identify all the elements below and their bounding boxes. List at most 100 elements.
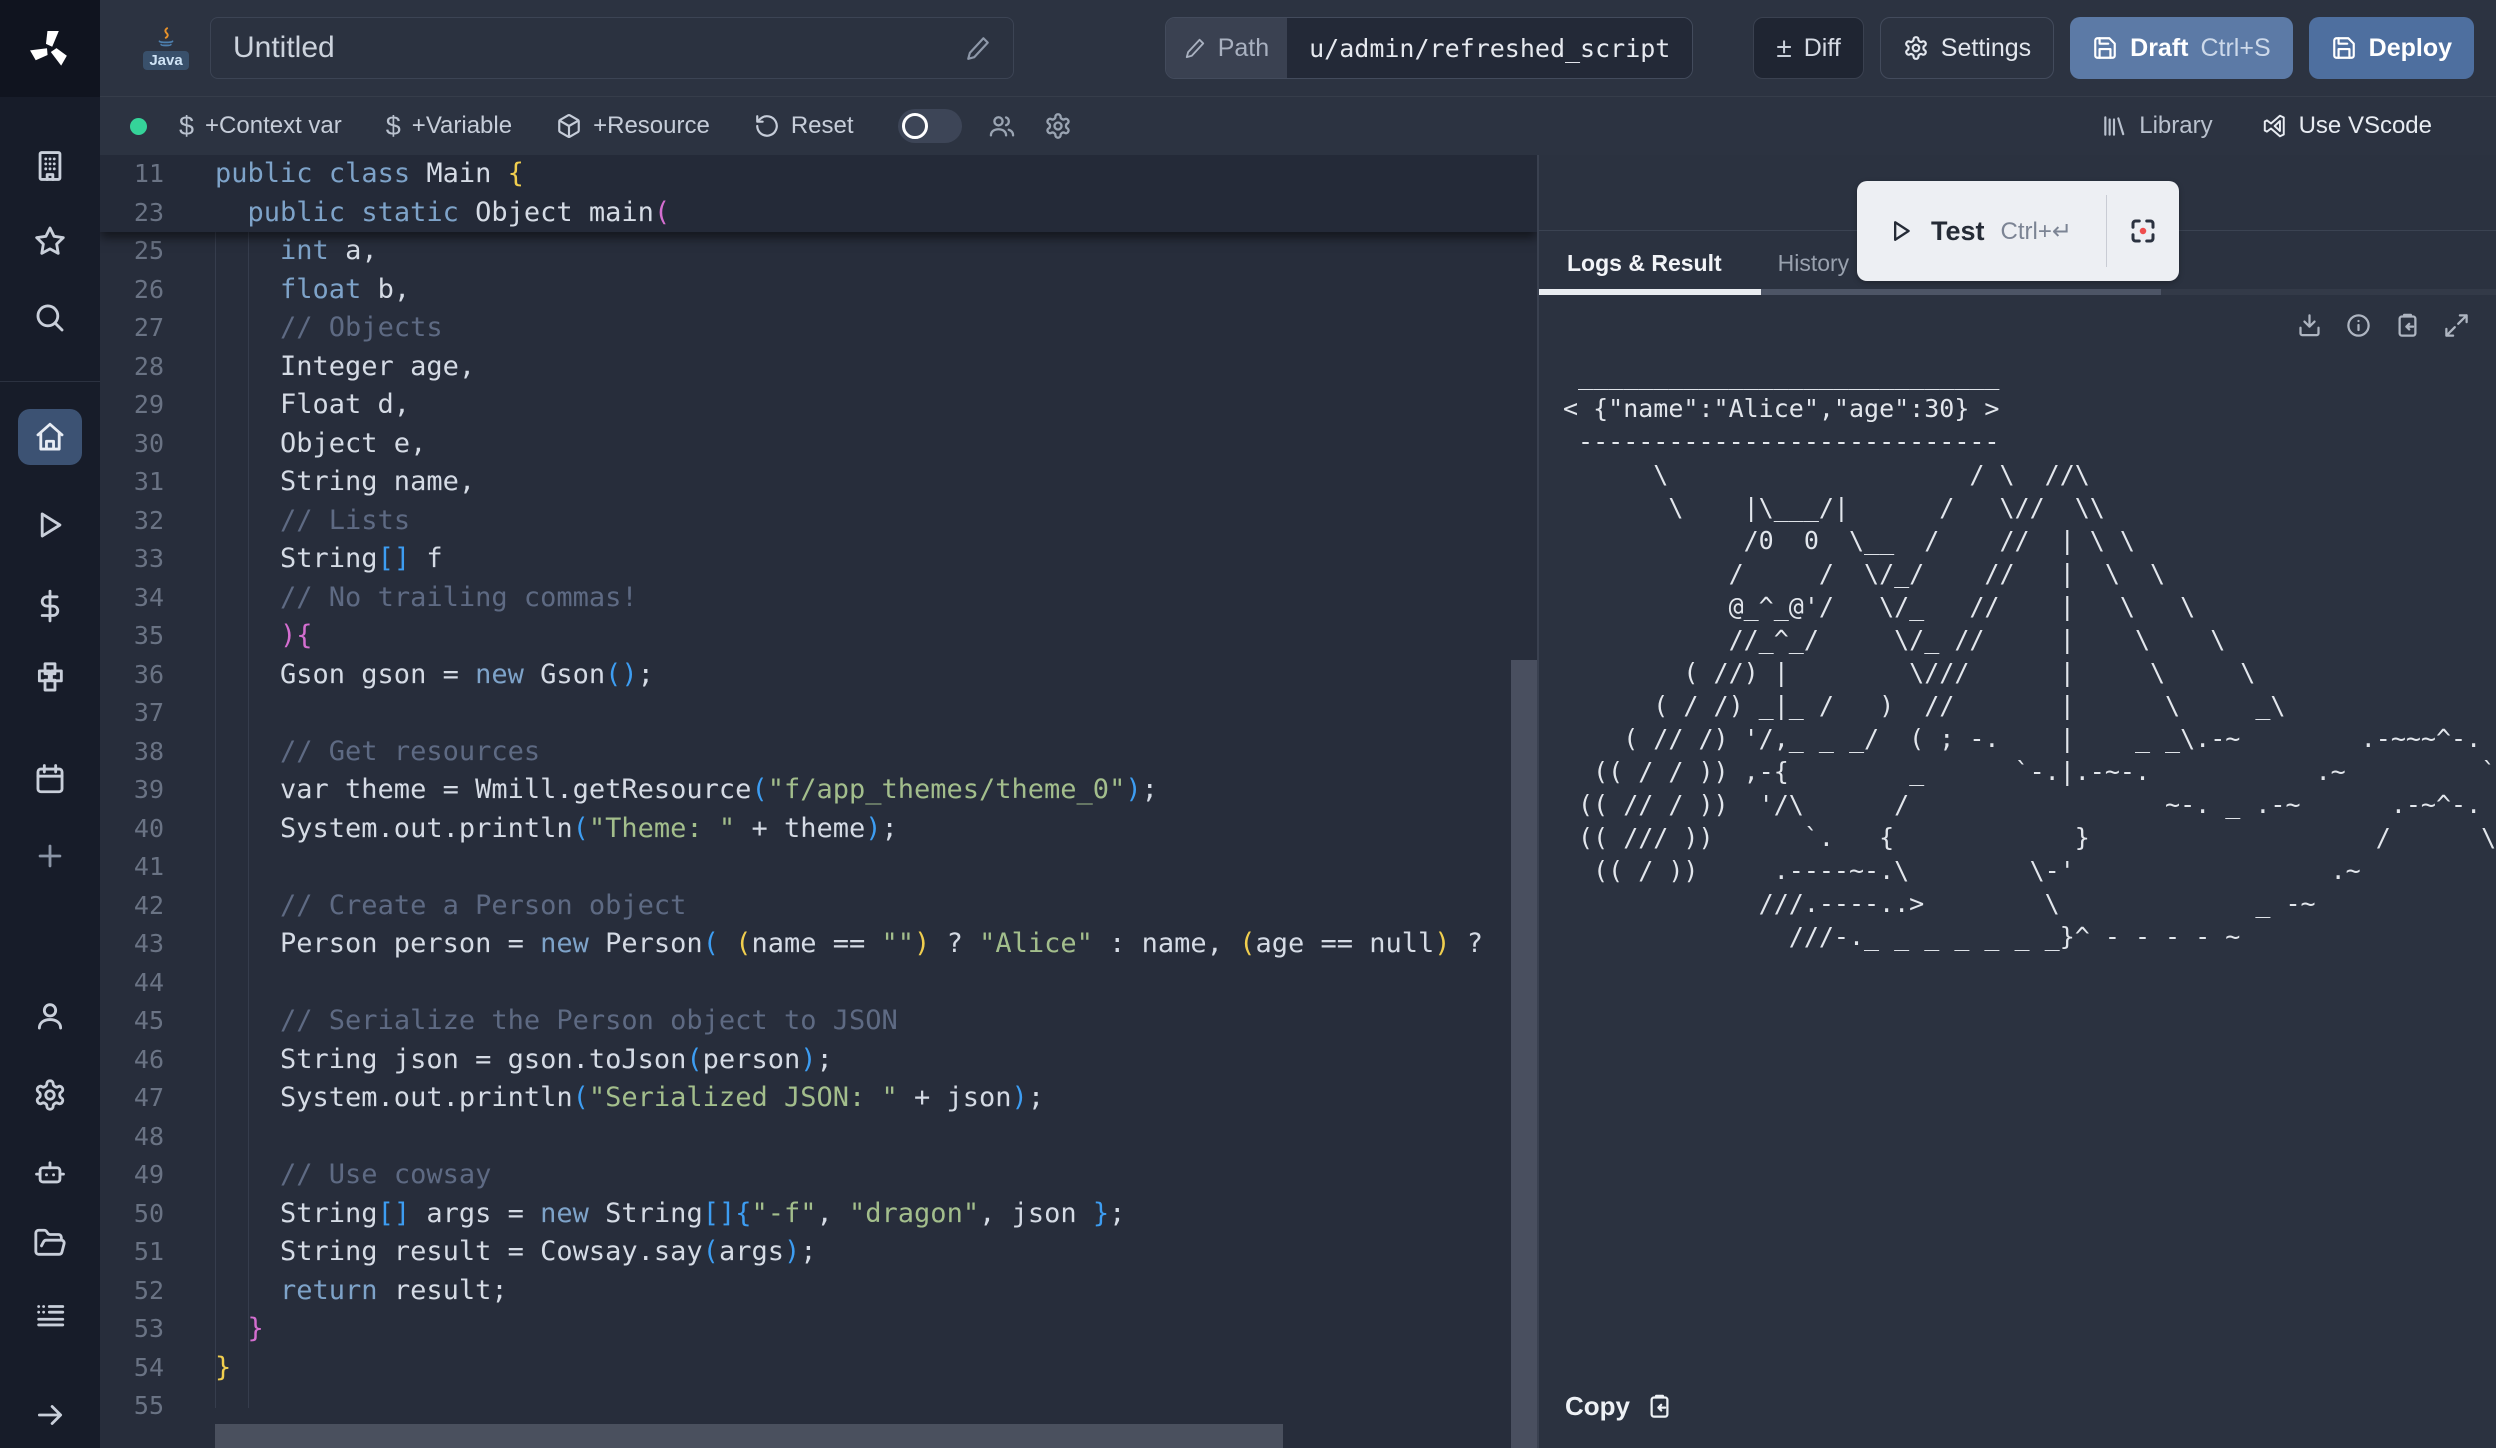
edit-title-pencil-icon[interactable] [965, 35, 991, 61]
sidebar-collapse-arrow-icon[interactable] [33, 1398, 67, 1432]
code-line[interactable]: 25 int a, [100, 232, 1537, 271]
vertical-scrollbar-thumb[interactable] [1511, 660, 1537, 1448]
code-line[interactable]: 39 var theme = Wmill.getResource("f/app_… [100, 771, 1537, 810]
sidebar-item-home[interactable] [18, 409, 82, 465]
code-line[interactable]: 29 Float d, [100, 386, 1537, 425]
vertical-scrollbar[interactable] [1511, 155, 1537, 1448]
code-line[interactable]: 38 // Get resources [100, 733, 1537, 772]
windmill-logo[interactable] [0, 0, 100, 97]
status-dot [130, 118, 147, 135]
horizontal-scrollbar[interactable] [215, 1424, 1283, 1448]
code-line[interactable]: 44 [100, 964, 1537, 1003]
workspace-building-icon[interactable] [33, 149, 67, 183]
code-line[interactable]: 26 float b, [100, 271, 1537, 310]
java-language-icon: Java [140, 27, 192, 70]
editor-settings-gear-icon[interactable] [1044, 112, 1072, 140]
search-icon[interactable] [33, 301, 67, 335]
tab-logs-and-result[interactable]: Logs & Result [1567, 250, 1722, 277]
sidebar-item-add[interactable] [33, 839, 67, 873]
sidebar-item-settings[interactable] [33, 1078, 67, 1112]
code-line[interactable]: 51 String result = Cowsay.say(args); [100, 1233, 1537, 1272]
use-vscode-button[interactable]: Use VScode [2261, 112, 2432, 140]
code-line[interactable]: 36 Gson gson = new Gson(); [100, 656, 1537, 695]
add-variable-button[interactable]: $ +Variable [386, 111, 512, 142]
code-line[interactable]: 45 // Serialize the Person object to JSO… [100, 1002, 1537, 1041]
code-line[interactable]: 30 Object e, [100, 425, 1537, 464]
capture-scan-button[interactable] [2107, 181, 2179, 281]
library-icon [2101, 113, 2127, 139]
tab-underline-track [1539, 289, 2496, 295]
diff-mode-toggle[interactable] [898, 109, 962, 143]
code-line[interactable]: 35 ){ [100, 617, 1537, 656]
favorites-star-icon[interactable] [33, 224, 67, 258]
sidebar-item-schedules[interactable] [33, 762, 67, 796]
code-line[interactable]: 33 String[] f [100, 540, 1537, 579]
test-button[interactable]: Test Ctrl+↵ [1857, 181, 2179, 281]
sidebar-item-runs[interactable] [33, 508, 67, 542]
save-icon [2331, 35, 2357, 61]
multiplayer-users-icon[interactable] [988, 112, 1016, 140]
library-label: Library [2139, 112, 2212, 140]
code-line[interactable]: 41 [100, 848, 1537, 887]
diff-button[interactable]: ± Diff [1753, 17, 1863, 79]
test-row: Test Ctrl+↵ [1539, 155, 2496, 231]
test-button-main[interactable]: Test Ctrl+↵ [1857, 181, 2106, 281]
code-line[interactable]: 23 public static Object main( [100, 194, 1537, 233]
sidebar-item-workers-bot-icon[interactable] [33, 1155, 67, 1189]
code-line[interactable]: 49 // Use cowsay [100, 1156, 1537, 1195]
add-resource-button[interactable]: +Resource [556, 112, 710, 140]
use-vscode-label: Use VScode [2299, 112, 2432, 140]
code-line[interactable]: 53 } [100, 1310, 1537, 1349]
settings-button-label: Settings [1941, 34, 2031, 63]
cowsay-result-text: ____________________________ < {"name":"… [1563, 359, 2496, 986]
copy-result-button[interactable]: Copy [1539, 1381, 2496, 1448]
code-line[interactable]: 34 // No trailing commas! [100, 579, 1537, 618]
code-line[interactable]: 11public class Main { [100, 155, 1537, 194]
code-line[interactable]: 32 // Lists [100, 502, 1537, 541]
sidebar-item-list[interactable] [33, 1298, 67, 1332]
path-label-segment: Path [1166, 18, 1287, 78]
script-title-input[interactable]: Untitled [210, 17, 1014, 79]
download-icon[interactable] [2296, 312, 2323, 339]
dollar-icon: $ [386, 111, 401, 142]
code-line[interactable]: 54} [100, 1349, 1537, 1388]
sidebar-item-variables[interactable] [33, 589, 67, 623]
sidebar-item-users[interactable] [33, 999, 67, 1033]
sticky-scroll-header[interactable]: 11public class Main {23 public static Ob… [100, 155, 1537, 232]
info-icon[interactable] [2345, 312, 2372, 339]
code-line[interactable]: 28 Integer age, [100, 348, 1537, 387]
draft-button[interactable]: Draft Ctrl+S [2070, 17, 2293, 79]
code-line[interactable]: 50 String[] args = new String[]{"-f", "d… [100, 1195, 1537, 1234]
clipboard-copy-icon[interactable] [2394, 312, 2421, 339]
deploy-button[interactable]: Deploy [2309, 17, 2474, 79]
sidebar-item-resources[interactable] [33, 661, 67, 695]
path-field[interactable]: Path u/admin/refreshed_script [1165, 17, 1694, 79]
path-value[interactable]: u/admin/refreshed_script [1287, 18, 1692, 78]
expand-icon[interactable] [2443, 312, 2470, 339]
preview-panel: Test Ctrl+↵ Logs & Resul [1537, 155, 2496, 1448]
code-editor[interactable]: 11public class Main {23 public static Ob… [100, 155, 1537, 1448]
code-line[interactable]: 27 // Objects [100, 309, 1537, 348]
sidebar-item-folders[interactable] [33, 1226, 67, 1260]
settings-button[interactable]: Settings [1880, 17, 2054, 79]
gear-icon [1903, 35, 1929, 61]
reset-button[interactable]: Reset [754, 112, 854, 140]
scan-target-icon [2128, 216, 2158, 246]
code-line[interactable]: 48 [100, 1118, 1537, 1157]
add-context-var-button[interactable]: $ +Context var [179, 111, 342, 142]
code-line[interactable]: 37 [100, 694, 1537, 733]
diff-plus-minus-icon: ± [1776, 32, 1791, 64]
code-line[interactable]: 43 Person person = new Person( (name == … [100, 925, 1537, 964]
java-badge-label: Java [143, 51, 188, 70]
tab-history[interactable]: History [1778, 250, 1850, 277]
library-button[interactable]: Library [2101, 112, 2212, 140]
code-lines[interactable]: 25 int a,26 float b,27 // Objects28 Inte… [100, 232, 1537, 1426]
code-line[interactable]: 31 String name, [100, 463, 1537, 502]
code-line[interactable]: 55 [100, 1387, 1537, 1426]
code-line[interactable]: 46 String json = gson.toJson(person); [100, 1041, 1537, 1080]
code-line[interactable]: 42 // Create a Person object [100, 887, 1537, 926]
code-line[interactable]: 47 System.out.println("Serialized JSON: … [100, 1079, 1537, 1118]
code-line[interactable]: 52 return result; [100, 1272, 1537, 1311]
path-pencil-icon [1184, 37, 1206, 59]
code-line[interactable]: 40 System.out.println("Theme: " + theme)… [100, 810, 1537, 849]
